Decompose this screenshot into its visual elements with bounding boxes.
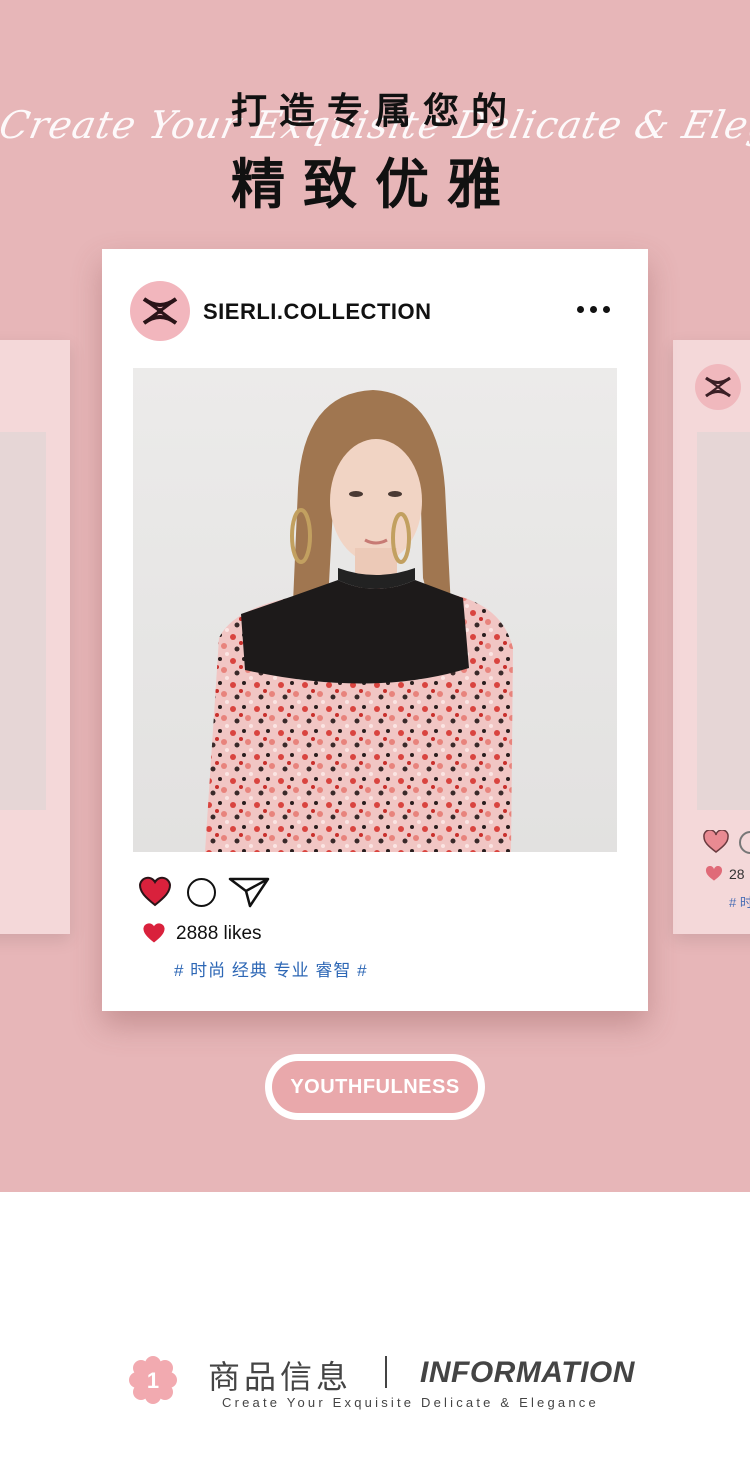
more-icon[interactable] — [577, 306, 610, 313]
headline-main: 精致优雅 — [231, 153, 519, 216]
likes-count: 28 — [729, 866, 745, 882]
youthfulness-button[interactable]: YOUTHFULNESS — [265, 1054, 485, 1120]
heart-icon[interactable] — [703, 830, 729, 854]
hashtags: # 时 — [729, 895, 750, 910]
post-card: SIERLI.COLLECTION 2888 likes # 时尚 经典 专业 … — [102, 249, 648, 1011]
comment-icon[interactable] — [187, 878, 216, 907]
flower-badge-icon: 1 — [129, 1356, 177, 1409]
logo-icon[interactable] — [130, 281, 190, 341]
headline-top: 打造专属您的 — [230, 91, 519, 132]
logo-icon — [695, 364, 741, 410]
likes-count: 2888 likes — [176, 923, 262, 944]
heart-icon — [705, 866, 723, 881]
brand-name[interactable]: SIERLI.COLLECTION — [203, 299, 432, 325]
info-subtitle: Create Your Exquisite Delicate & Eleganc… — [222, 1395, 599, 1410]
hero-section: Create Your Exquisite Delicate & Eleganc… — [0, 0, 750, 1192]
side-card-photo — [697, 432, 750, 810]
side-card-photo — [0, 432, 46, 810]
info-title-cn: 商品信息 — [208, 1358, 353, 1396]
youthfulness-label: YOUTHFULNESS — [272, 1061, 478, 1113]
comment-icon[interactable] — [739, 831, 750, 854]
side-card-left[interactable] — [0, 340, 70, 934]
divider — [385, 1356, 387, 1388]
side-card-right[interactable]: 28 # 时 — [673, 340, 750, 934]
post-actions — [138, 876, 338, 912]
badge-number: 1 — [147, 1368, 159, 1393]
post-photo — [133, 368, 617, 852]
info-title-en: INFORMATION — [420, 1356, 635, 1389]
heart-icon[interactable] — [138, 876, 172, 907]
heart-icon — [143, 923, 165, 943]
hashtags[interactable]: # 时尚 经典 专业 睿智 # — [174, 956, 368, 981]
send-icon[interactable] — [228, 876, 270, 908]
